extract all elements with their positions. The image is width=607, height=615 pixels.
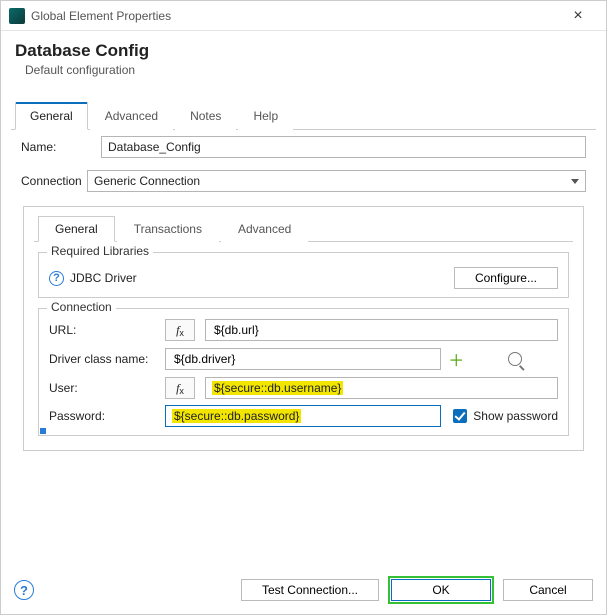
page-subtitle: Default configuration [25, 63, 592, 77]
driver-label: Driver class name: [49, 352, 159, 366]
outer-tabs: General Advanced Notes Help Name: Connec… [1, 101, 606, 451]
window-title: Global Element Properties [31, 9, 558, 23]
connection-fields: URL: fx Driver class name: ＋ User: fx ${… [49, 319, 558, 427]
title-bar: Global Element Properties × [1, 1, 606, 31]
test-connection-button[interactable]: Test Connection... [241, 579, 379, 601]
url-input[interactable] [205, 319, 558, 341]
page-title: Database Config [15, 41, 592, 61]
driver-input[interactable] [165, 348, 441, 370]
connection-select-value: Generic Connection [94, 174, 200, 188]
tab-notes[interactable]: Notes [175, 102, 236, 130]
ok-button[interactable]: OK [391, 579, 491, 601]
url-label: URL: [49, 323, 159, 337]
connection-select[interactable]: Generic Connection [87, 170, 586, 192]
tab-help[interactable]: Help [238, 102, 293, 130]
inner-tab-row: General Transactions Advanced [34, 215, 573, 242]
help-icon[interactable]: ? [49, 271, 64, 286]
inner-panel: General Transactions Advanced Required L… [23, 206, 584, 451]
name-label: Name: [21, 140, 93, 154]
connection-fieldset: Connection URL: fx Driver class name: ＋ … [38, 308, 569, 436]
fx-button-user[interactable]: fx [165, 377, 195, 399]
inner-tab-area: General Transactions Advanced [24, 207, 583, 242]
show-password-toggle[interactable]: Show password [447, 409, 558, 423]
dialog-footer: ? Test Connection... OK Cancel [0, 569, 607, 615]
footer-help-icon[interactable]: ? [14, 580, 34, 600]
app-icon [9, 8, 25, 24]
inner-tab-general[interactable]: General [38, 216, 115, 242]
plus-icon[interactable]: ＋ [447, 347, 465, 371]
cancel-button[interactable]: Cancel [503, 579, 593, 601]
name-input[interactable] [101, 136, 586, 158]
password-value: ${secure::db.password} [172, 409, 301, 423]
search-icon-wrap[interactable] [506, 352, 524, 366]
show-password-label: Show password [473, 409, 558, 423]
chevron-down-icon [571, 179, 579, 184]
inner-tab-advanced[interactable]: Advanced [221, 216, 308, 242]
connection-legend: Connection [47, 300, 116, 314]
password-label: Password: [49, 409, 159, 423]
search-icon [508, 352, 522, 366]
header: Database Config Default configuration [1, 31, 606, 83]
connection-row: Connection Generic Connection [11, 164, 596, 198]
required-libraries-legend: Required Libraries [47, 244, 153, 258]
name-row: Name: [11, 130, 596, 164]
tab-advanced[interactable]: Advanced [90, 102, 173, 130]
required-libraries-row: ? JDBC Driver Configure... [49, 267, 558, 289]
tab-general[interactable]: General [15, 102, 88, 130]
checkbox-checked-icon [453, 409, 467, 423]
inner-tab-transactions[interactable]: Transactions [117, 216, 219, 242]
user-value: ${secure::db.username} [212, 381, 343, 395]
required-libraries-fieldset: Required Libraries ? JDBC Driver Configu… [38, 252, 569, 298]
password-input[interactable]: ${secure::db.password} [165, 405, 441, 427]
jdbc-driver-label: JDBC Driver [70, 271, 137, 285]
configure-button[interactable]: Configure... [454, 267, 558, 289]
user-input[interactable]: ${secure::db.username} [205, 377, 558, 399]
fx-button-url[interactable]: fx [165, 319, 195, 341]
close-icon[interactable]: × [558, 7, 598, 25]
connection-label: Connection [21, 174, 79, 188]
user-label: User: [49, 381, 159, 395]
outer-tab-row: General Advanced Notes Help [11, 101, 596, 130]
